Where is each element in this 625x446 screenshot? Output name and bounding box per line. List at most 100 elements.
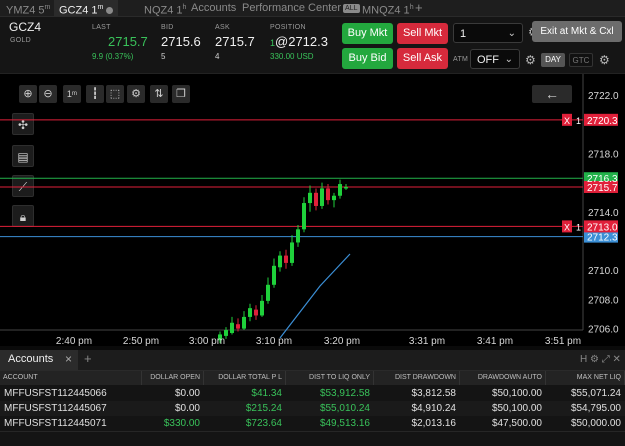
table-cell: $4,910.24 [411, 403, 457, 414]
table-cell: $54,795.00 [570, 403, 621, 414]
exchange: GOLD [10, 37, 32, 44]
last-label: LAST [92, 24, 111, 31]
price-axis-label: 2710.0 [588, 266, 619, 277]
order-price-label: 2713.0 [587, 222, 618, 233]
panel-controls-icon[interactable]: H ⚙ ⤢ ✕ [580, 354, 621, 365]
tab-bar: YMZ4 5m GCZ4 1m NQZ4 1h Accounts Perform… [0, 0, 625, 17]
table-cell: $41.34 [251, 388, 282, 399]
add-tab-button[interactable]: + [415, 0, 423, 16]
table-row[interactable]: MFFUSFST112445071 $330.00 $723.64 $49,513.1… [0, 416, 625, 432]
table-cell: $330.00 [163, 418, 200, 429]
accounts-tab-bar: Accounts × + H ⚙ ⤢ ✕ [0, 350, 625, 371]
tab-accounts[interactable]: Accounts [191, 0, 236, 16]
tif-gtc-toggle[interactable]: GTC [569, 53, 593, 67]
table-cell: $47,500.00 [491, 418, 542, 429]
quantity-select[interactable]: 1 ⌄ [453, 23, 523, 43]
price-axis-label: 2722.0 [588, 91, 619, 102]
order-cancel-icon[interactable]: X [564, 222, 570, 232]
bid-price: 2715.6 [161, 34, 201, 49]
account-id-cell: MFFUSFST112445066 [4, 388, 107, 399]
candle-body [230, 322, 234, 333]
candle-body [272, 265, 276, 285]
tab-label: YMZ4 5 [6, 4, 45, 17]
ask-label: ASK [215, 24, 230, 31]
price-tag-label: 2712.3 [587, 233, 618, 244]
atm-gear-icon[interactable]: ⚙ [525, 53, 536, 67]
candle-body [248, 308, 252, 317]
buy-bid-button[interactable]: Buy Bid [342, 48, 393, 69]
tif-day-toggle[interactable]: DAY [541, 53, 565, 67]
time-axis-label: 3:20 pm [324, 336, 360, 346]
position-label: POSITION [270, 24, 306, 31]
candle-body [260, 300, 264, 316]
chevron-down-icon: ⌄ [504, 54, 513, 65]
order-cancel-icon[interactable]: X [564, 116, 570, 126]
position: 1@2712.3 [270, 34, 328, 49]
table-cell: $215.24 [245, 403, 282, 414]
candle-body [326, 188, 330, 201]
tab-interval: m [97, 4, 104, 11]
tab-interval: h [409, 4, 414, 11]
candle-body [338, 184, 342, 196]
position-price: @2712.3 [275, 34, 328, 49]
tab-label: GCZ4 1 [59, 4, 98, 17]
time-axis-label: 3:00 pm [189, 336, 225, 346]
tab-nqz4[interactable]: NQZ4 1h [144, 0, 186, 17]
accounts-table: ACCOUNT DOLLAR OPEN DOLLAR TOTAL P L DIST T… [0, 371, 625, 446]
account-id-cell: MFFUSFST112445067 [4, 403, 107, 414]
ask-size: 4 [215, 52, 220, 61]
add-panel-button[interactable]: + [84, 351, 92, 366]
time-axis-label: 3:41 pm [477, 336, 513, 346]
atm-select[interactable]: OFF ⌄ [470, 49, 520, 69]
exit-at-market-and-cancel-button[interactable]: Exit at Mkt & Cxl [532, 21, 622, 42]
order-quantity: 1 [576, 116, 581, 126]
order-price-label: 2720.3 [587, 116, 618, 127]
tab-performance-center[interactable]: Performance Center ALL [242, 0, 360, 16]
candle-body [278, 255, 282, 268]
sell-ask-button[interactable]: Sell Ask [397, 48, 448, 69]
tab-gcz4[interactable]: GCZ4 1m [54, 0, 119, 17]
column-header[interactable]: MAX NET LIQ [546, 371, 625, 385]
column-header[interactable]: DIST TO LIQ ONLY [286, 371, 374, 385]
table-cell: $50,100.00 [491, 388, 542, 399]
position-pnl: 330.00 USD [270, 52, 314, 61]
price-axis-label: 2708.0 [588, 295, 619, 306]
price-chart[interactable]: ⊕ ⊖ 1ᵐ ┇ ⬚ ⚙ ⇅ ❐ ← ✣ ▤ ⟋ 🔒︎ 2722.0 2718.0… [0, 74, 625, 346]
table-cell: $0.00 [174, 388, 200, 399]
column-header[interactable]: ACCOUNT [0, 371, 142, 385]
candle-body [254, 309, 258, 316]
column-header[interactable]: DOLLAR OPEN [142, 371, 204, 385]
candle-body [320, 188, 324, 206]
tab-accounts-panel[interactable]: Accounts × [0, 350, 78, 370]
candle-body [302, 203, 306, 230]
table-row[interactable]: MFFUSFST112445066 $0.00 $41.34 $53,912.58 $3… [0, 386, 625, 402]
quantity-value: 1 [460, 28, 467, 40]
tab-ymz4[interactable]: YMZ4 5m [6, 0, 50, 17]
price-tag-label: 2715.7 [587, 183, 618, 194]
column-header[interactable]: DRAWDOWN AUTO [460, 371, 546, 385]
tab-mnqz4[interactable]: MNQZ4 1h [362, 0, 414, 17]
sell-market-button[interactable]: Sell Mkt [397, 23, 448, 44]
order-quantity: 1 [576, 222, 581, 232]
table-cell: $50,100.00 [491, 403, 542, 414]
tab-close-dot-icon[interactable] [106, 7, 114, 15]
candle-body [284, 255, 288, 263]
table-row[interactable]: MFFUSFST112445067 $0.00 $215.24 $55,010.24 $… [0, 401, 625, 417]
candle-body [314, 192, 318, 206]
column-header[interactable]: DIST DRAWDOWN [374, 371, 460, 385]
time-axis-label: 2:40 pm [56, 336, 92, 346]
candle-body [290, 242, 294, 263]
table-cell: $2,013.16 [411, 418, 457, 429]
indicator-line [279, 253, 351, 339]
time-axis-label: 2:50 pm [123, 336, 159, 346]
chart-canvas: 2722.0 2718.0 2714.0 2710.0 2708.0 2706.0 2:40… [0, 74, 619, 346]
table-cell: $723.64 [245, 418, 282, 429]
buy-market-button[interactable]: Buy Mkt [342, 23, 393, 44]
close-icon[interactable]: × [65, 352, 72, 366]
column-header[interactable]: DOLLAR TOTAL P L [204, 371, 286, 385]
tif-gear-icon[interactable]: ⚙ [599, 53, 610, 67]
table-cell: $55,010.24 [319, 403, 370, 414]
ask-price: 2715.7 [215, 34, 255, 49]
price-axis-label: 2718.0 [588, 149, 619, 160]
candle-body [332, 195, 336, 201]
